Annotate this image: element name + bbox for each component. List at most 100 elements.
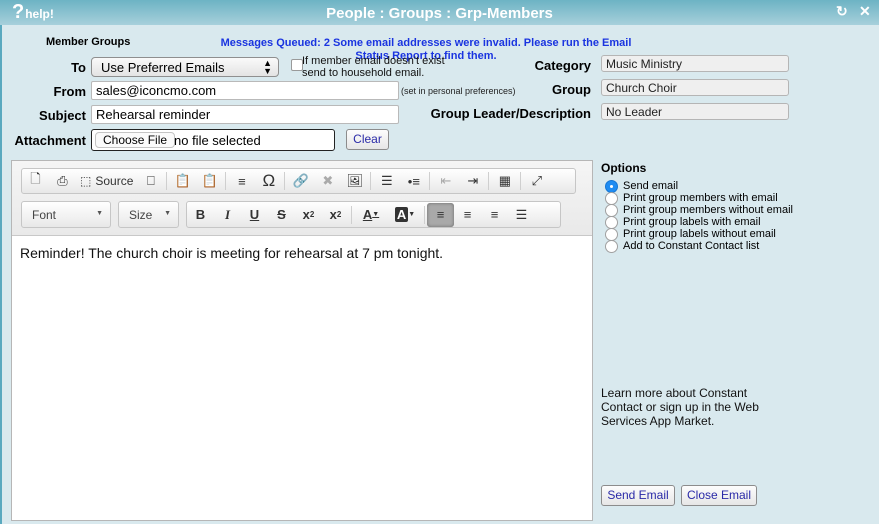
toolbar-row-1: 🗋 ⎙ ⬚ Source ⎕ 📋 📋 ≡ Ω 🔗 ✖ 🖼 ☰ •≡ ⇤ ⇥ ▦ ⤢	[21, 168, 576, 194]
group-label: Group	[552, 82, 591, 97]
paste-from-word-icon[interactable]: 📋	[169, 169, 196, 193]
option-print-members-with-email[interactable]: Print group members with email	[605, 191, 778, 205]
send-email-button[interactable]: Send Email	[601, 485, 675, 506]
background-color-icon[interactable]: A ▼	[388, 203, 422, 227]
underline-icon[interactable]: U	[241, 203, 268, 227]
from-label: From	[53, 84, 87, 99]
chevron-down-icon: ▼	[164, 210, 171, 217]
radio[interactable]	[605, 203, 618, 217]
chevron-down-icon: ▼	[96, 210, 103, 217]
bold-icon[interactable]: B	[187, 203, 214, 227]
title-bar: ? help! People : Groups : Grp-Members ↻ …	[0, 0, 879, 25]
option-print-members-without-email[interactable]: Print group members without email	[605, 203, 793, 217]
subject-input[interactable]	[91, 105, 399, 124]
to-select[interactable]: Use Preferred Emails ▲ ▼	[91, 57, 279, 77]
image-icon[interactable]: 🖼	[341, 169, 368, 193]
align-center-icon[interactable]: ≡	[454, 203, 481, 227]
editor-toolbar: 🗋 ⎙ ⬚ Source ⎕ 📋 📋 ≡ Ω 🔗 ✖ 🖼 ☰ •≡ ⇤ ⇥ ▦ ⤢	[12, 161, 592, 236]
rich-text-editor: 🗋 ⎙ ⬚ Source ⎕ 📋 📋 ≡ Ω 🔗 ✖ 🖼 ☰ •≡ ⇤ ⇥ ▦ ⤢	[11, 160, 593, 521]
outdent-icon[interactable]: ⇤	[432, 169, 459, 193]
table-icon[interactable]: ▦	[491, 169, 518, 193]
align-left-icon[interactable]: ≡	[427, 202, 454, 227]
option-label: Print group members with email	[623, 192, 778, 204]
text-color-icon[interactable]: A ▼	[354, 203, 388, 227]
font-dropdown[interactable]: Font ▼	[21, 201, 111, 228]
source-icon: ⬚	[80, 174, 92, 188]
preview-icon[interactable]: ⎕	[137, 169, 164, 193]
radio[interactable]	[605, 239, 618, 253]
source-label: Source	[95, 174, 134, 188]
editor-content[interactable]: Reminder! The church choir is meeting fo…	[20, 245, 443, 261]
member-groups-label: Member Groups	[46, 36, 131, 48]
size-dropdown[interactable]: Size ▼	[118, 201, 179, 228]
group-leader-field: No Leader	[601, 103, 789, 120]
household-label-line-2: send to household email.	[302, 67, 425, 79]
option-label: Print group labels with email	[623, 216, 761, 228]
options-title: Options	[601, 161, 647, 175]
print-icon[interactable]: ⎙	[49, 169, 76, 193]
toolbar-row-2: B I U S x2 x2 A ▼ A ▼ ≡ ≡ ≡ ☰	[186, 201, 561, 228]
separator	[370, 172, 372, 190]
refresh-icon[interactable]: ↻	[836, 3, 848, 20]
indent-icon[interactable]: ⇥	[459, 169, 486, 193]
household-label-line-1: If member email doesn't exist	[302, 55, 445, 67]
constant-contact-info: Learn more about Constant Contact or sig…	[601, 386, 759, 428]
separator	[520, 172, 522, 190]
separator	[284, 172, 286, 190]
option-print-labels-with-email[interactable]: Print group labels with email	[605, 215, 761, 229]
from-input[interactable]	[91, 81, 399, 100]
align-right-icon[interactable]: ≡	[481, 203, 508, 227]
option-send-email[interactable]: Send email	[605, 179, 679, 193]
horizontal-line-icon[interactable]: ≡	[228, 169, 255, 193]
superscript-icon[interactable]: x2	[322, 203, 349, 227]
group-leader-label: Group Leader/Description	[430, 106, 591, 121]
special-char-omega-icon[interactable]: Ω	[255, 169, 282, 193]
attachment-label: Attachment	[14, 133, 86, 148]
italic-icon[interactable]: I	[214, 203, 241, 227]
radio[interactable]	[605, 227, 618, 241]
paste-as-text-icon[interactable]: 📋	[196, 169, 223, 193]
subscript-icon[interactable]: x2	[295, 203, 322, 227]
option-label: Print group labels without email	[623, 228, 776, 240]
window-edge	[0, 0, 2, 524]
option-label: Send email	[623, 180, 679, 192]
household-email-label: If member email doesn't exist send to ho…	[302, 55, 445, 79]
choose-file-button[interactable]: Choose File	[95, 132, 176, 148]
align-justify-icon[interactable]: ☰	[508, 203, 535, 227]
option-label: Add to Constant Contact list	[623, 240, 760, 252]
unlink-icon[interactable]: ✖	[314, 169, 341, 193]
bulleted-list-icon[interactable]: •≡	[400, 169, 427, 193]
option-print-labels-without-email[interactable]: Print group labels without email	[605, 227, 776, 241]
size-dropdown-label: Size	[129, 208, 153, 222]
font-dropdown-label: Font	[32, 208, 57, 222]
option-constant-contact[interactable]: Add to Constant Contact list	[605, 239, 760, 253]
separator	[488, 172, 490, 190]
group-field: Church Choir	[601, 79, 789, 96]
separator	[166, 172, 168, 190]
link-icon[interactable]: 🔗	[287, 169, 314, 193]
radio[interactable]	[605, 191, 618, 205]
numbered-list-icon[interactable]: ☰	[373, 169, 400, 193]
subject-label: Subject	[39, 108, 86, 123]
close-icon[interactable]: ✕	[859, 3, 871, 20]
clear-attachment-button[interactable]: Clear	[346, 129, 389, 150]
separator	[351, 205, 352, 224]
close-email-button[interactable]: Close Email	[681, 485, 757, 506]
radio[interactable]	[605, 215, 618, 229]
category-label: Category	[534, 58, 591, 73]
source-button[interactable]: ⬚ Source	[76, 169, 137, 193]
category-field: Music Ministry	[601, 55, 789, 72]
maximize-icon[interactable]: ⤢	[523, 169, 550, 193]
to-select-value: Use Preferred Emails	[101, 60, 225, 75]
new-page-icon[interactable]: 🗋	[22, 169, 49, 193]
separator	[225, 172, 227, 190]
to-label: To	[71, 60, 86, 75]
separator	[424, 205, 425, 224]
window-title: People : Groups : Grp-Members	[326, 5, 553, 22]
radio-selected[interactable]	[605, 179, 618, 193]
strikethrough-icon[interactable]: S	[268, 203, 295, 227]
option-label: Print group members without email	[623, 204, 793, 216]
select-arrows-icon: ▲ ▼	[263, 58, 272, 76]
separator	[429, 172, 431, 190]
attachment-file-input[interactable]: Choose File no file selected	[91, 129, 335, 151]
